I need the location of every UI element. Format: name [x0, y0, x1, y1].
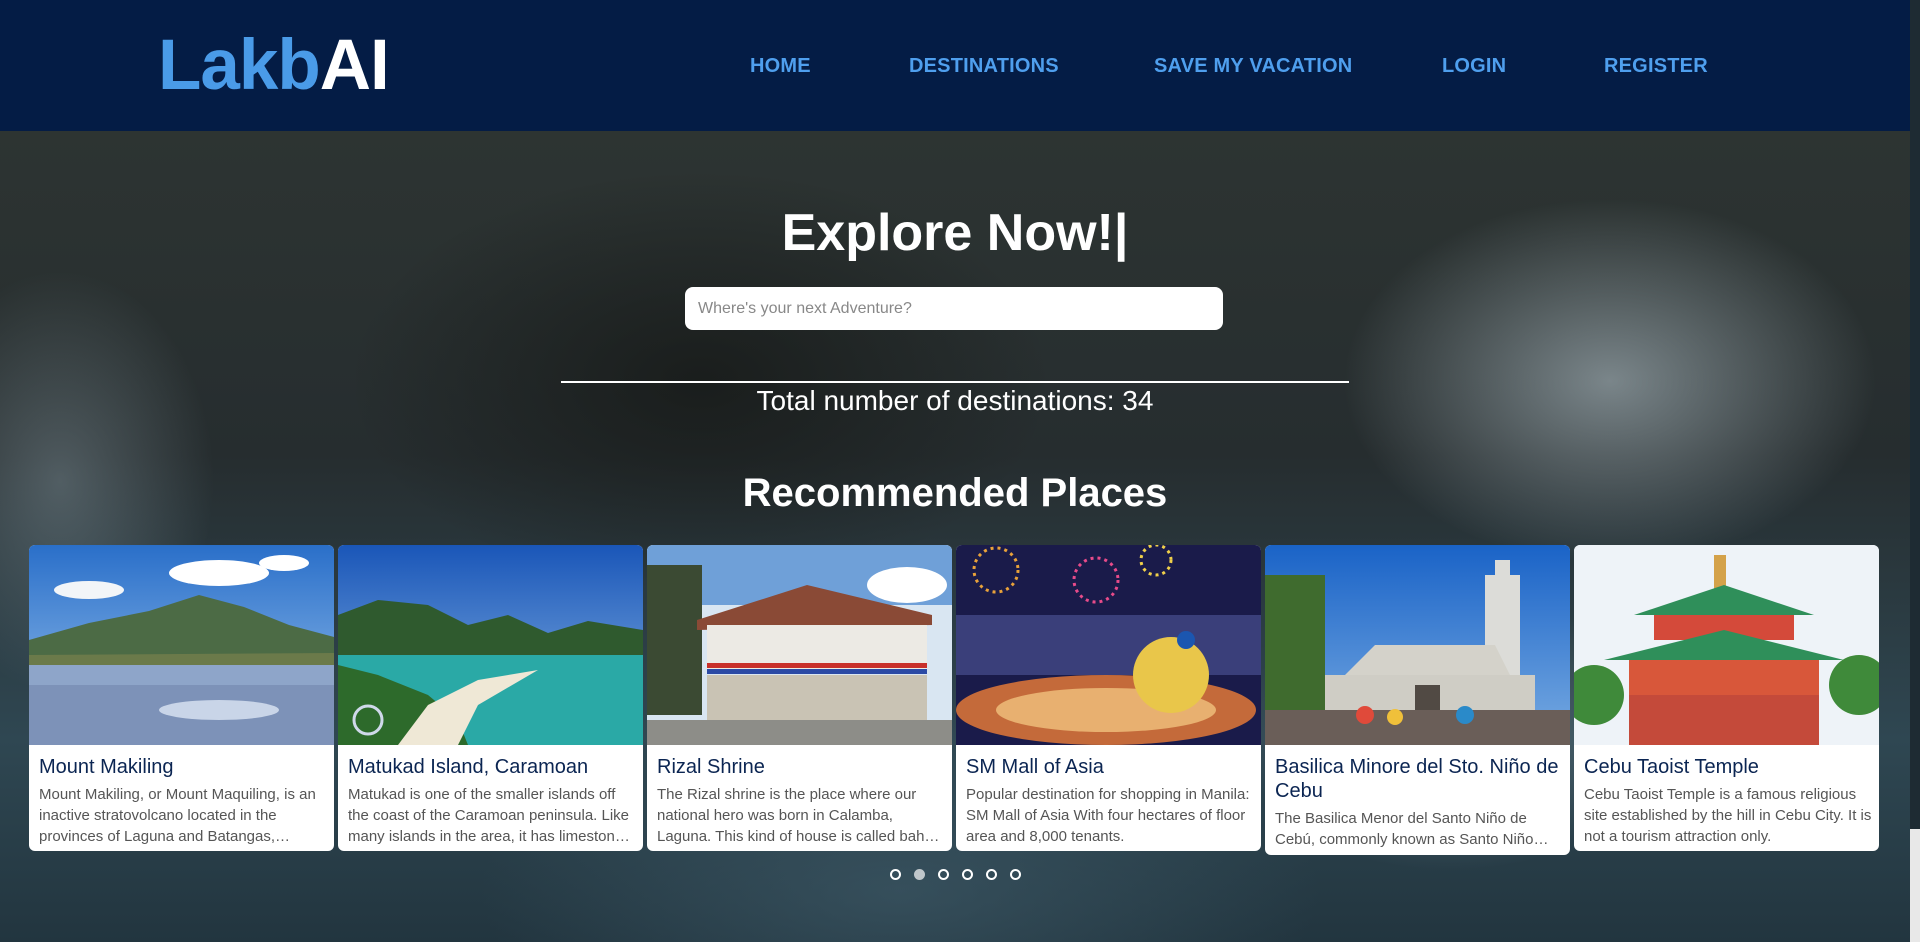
- place-title: Cebu Taoist Temple: [1584, 756, 1759, 778]
- place-card[interactable]: Basilica Minore del Sto. Niño de Cebu Th…: [1265, 545, 1570, 855]
- place-card[interactable]: SM Mall of Asia Popular destination for …: [956, 545, 1261, 851]
- place-title: Rizal Shrine: [657, 756, 765, 778]
- place-card[interactable]: Matukad Island, Caramoan Matukad is one …: [338, 545, 643, 851]
- place-image-matukad-island: [338, 545, 643, 745]
- nav-login[interactable]: LOGIN: [1442, 52, 1506, 80]
- carousel-dot[interactable]: [890, 869, 901, 880]
- hero-title: Explore Now!|: [781, 204, 1129, 262]
- place-title: Basilica Minore del Sto. Niño de Cebu: [1275, 756, 1559, 802]
- place-card[interactable]: Cebu Taoist Temple Cebu Taoist Temple is…: [1574, 545, 1879, 851]
- total-destinations: Total number of destinations: 34: [756, 385, 1154, 416]
- carousel-dot[interactable]: [962, 869, 973, 880]
- place-title: Matukad Island, Caramoan: [348, 756, 589, 778]
- place-image-mount-makiling: [29, 545, 334, 745]
- place-title: SM Mall of Asia: [966, 756, 1104, 778]
- scrollbar[interactable]: [1910, 829, 1920, 942]
- nav-destinations[interactable]: DESTINATIONS: [909, 52, 1059, 80]
- nav-register[interactable]: REGISTER: [1604, 52, 1708, 80]
- nav-home[interactable]: HOME: [750, 52, 811, 80]
- carousel-dot-active[interactable]: [914, 869, 925, 880]
- place-description: Popular destination for shopping in Mani…: [966, 786, 1250, 845]
- place-title: Mount Makiling: [39, 756, 174, 778]
- navbar: LakbAI HOME DESTINATIONS SAVE MY VACATIO…: [0, 0, 1910, 131]
- place-image-cebu-taoist-temple: [1574, 545, 1879, 745]
- carousel-dot[interactable]: [938, 869, 949, 880]
- place-description: Mount Makiling, or Mount Maquiling, is a…: [39, 786, 316, 845]
- place-card[interactable]: Mount Makiling Mount Makiling, or Mount …: [29, 545, 334, 851]
- place-description: Matukad is one of the smaller islands of…: [348, 786, 630, 845]
- nav-links: HOME DESTINATIONS SAVE MY VACATION LOGIN…: [0, 52, 1910, 82]
- destination-search-input[interactable]: [685, 287, 1223, 330]
- nav-save-my-vacation[interactable]: SAVE MY VACATION: [1154, 52, 1352, 80]
- place-image-rizal-shrine: [647, 545, 952, 745]
- recommended-places-heading: Recommended Places: [742, 471, 1168, 515]
- place-description: The Rizal shrine is the place where our …: [657, 786, 941, 845]
- carousel-dot[interactable]: [986, 869, 997, 880]
- place-description: The Basilica Menor del Santo Niño de Ceb…: [1275, 810, 1534, 848]
- carousel-dot[interactable]: [1010, 869, 1021, 880]
- place-description: Cebu Taoist Temple is a famous religious…: [1584, 786, 1872, 845]
- place-card[interactable]: Rizal Shrine The Rizal shrine is the pla…: [647, 545, 952, 851]
- place-image-sm-mall-of-asia: [956, 545, 1261, 745]
- place-image-basilica-cebu: [1265, 545, 1570, 745]
